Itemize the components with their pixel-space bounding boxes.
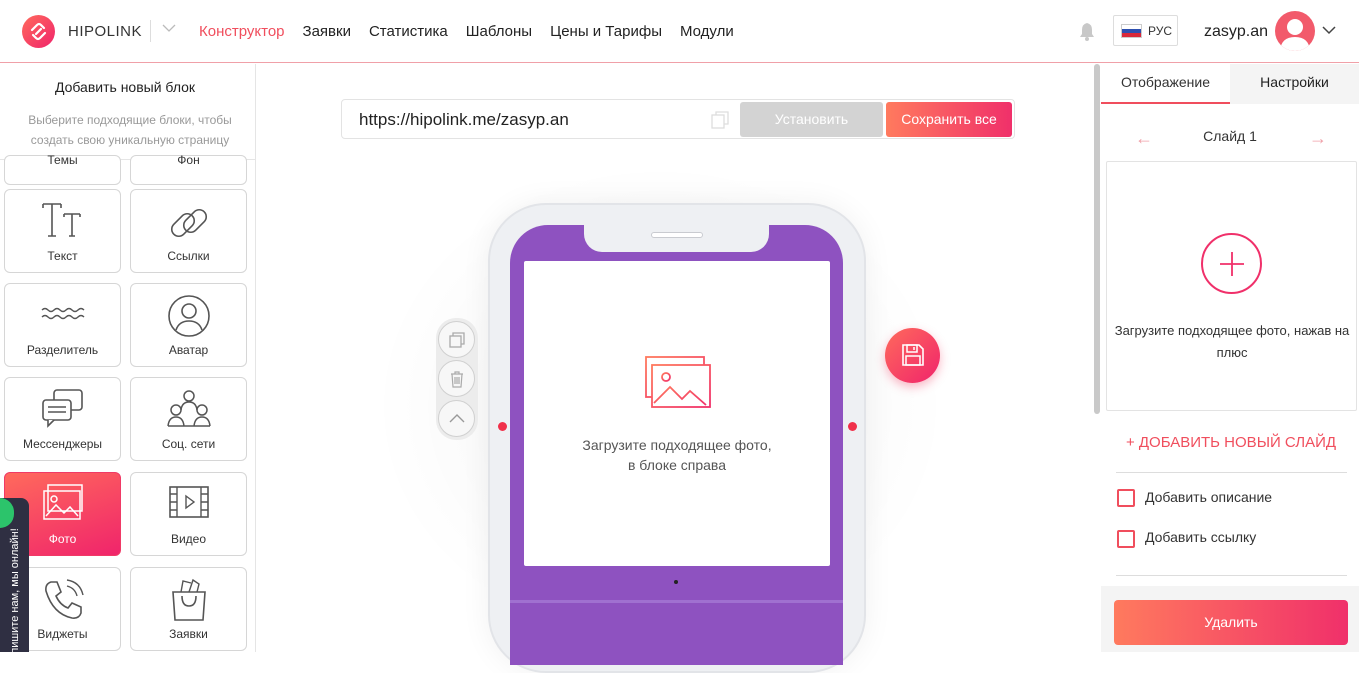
chevron-down-icon[interactable] (162, 23, 176, 33)
tab-settings[interactable]: Настройки (1230, 64, 1359, 104)
add-slide-button[interactable]: + ДОБАВИТЬ НОВЫЙ СЛАЙД (1115, 434, 1347, 451)
tile-messengers[interactable]: Мессенджеры (4, 377, 121, 461)
chat-tab-label: Напишите нам, мы онлайн! (9, 528, 21, 652)
phone-speaker (651, 232, 703, 238)
nav-item-statistics[interactable]: Статистика (369, 23, 448, 40)
russia-flag-icon (1121, 23, 1142, 38)
username[interactable]: zasyp.an (1204, 23, 1268, 41)
avatar-icon (167, 295, 210, 337)
bell-icon[interactable] (1078, 21, 1096, 41)
chevron-down-icon[interactable] (1322, 25, 1336, 35)
panel-subtitle: Выберите подходящие блоки, чтобы создать… (28, 113, 232, 147)
add-photo-button[interactable] (1201, 233, 1262, 294)
main-nav: Конструктор Заявки Статистика Шаблоны Це… (199, 23, 734, 40)
save-block-button[interactable] (885, 328, 940, 383)
placeholder-line: в блоке справа (627, 457, 726, 473)
brand-name[interactable]: HIPOLINK (68, 23, 142, 40)
link-icon (170, 208, 207, 238)
phone-icon (44, 579, 84, 619)
tab-display[interactable]: Отображение (1101, 64, 1230, 104)
chevron-up-icon (449, 414, 465, 423)
install-button[interactable]: Установить (740, 102, 883, 137)
user-avatar[interactable] (1275, 11, 1315, 51)
block-handle-left[interactable] (498, 422, 507, 431)
page-url[interactable]: https://hipolink.me/zasyp.an (359, 110, 569, 130)
top-bar: HIPOLINK Конструктор Заявки Статистика Ш… (0, 0, 1359, 63)
divider (1116, 575, 1347, 576)
floppy-disk-icon (902, 344, 924, 366)
delete-block-button[interactable] (438, 360, 475, 397)
arrow-right-icon[interactable]: → (1309, 128, 1327, 149)
tile-label: Мессенджеры (22, 437, 103, 451)
delete-button[interactable]: Удалить (1114, 600, 1348, 645)
move-block-up-button[interactable] (438, 400, 475, 437)
bag-icon (171, 578, 206, 621)
photo-block[interactable] (524, 261, 830, 566)
tile-social[interactable]: Соц. сети (130, 377, 247, 461)
checkbox-label: Добавить описание (1145, 489, 1273, 505)
hipolink-logo-icon[interactable] (22, 15, 55, 48)
tile-text[interactable]: Текст (4, 189, 121, 273)
language-label: РУС (1148, 23, 1173, 38)
tile-themes[interactable]: Темы (4, 153, 121, 185)
nav-item-requests[interactable]: Заявки (303, 23, 351, 40)
panel-title: Добавить новый блок (54, 79, 196, 95)
tile-background[interactable]: Фон (130, 153, 247, 185)
photo-placeholder-icon (645, 356, 711, 408)
canvas-scrollbar[interactable] (1094, 64, 1100, 414)
save-all-button[interactable]: Сохранить все (886, 102, 1012, 137)
wave-divider-icon (41, 307, 84, 320)
chat-bubbles-icon (41, 389, 83, 428)
tile-label: Ссылки (167, 249, 210, 263)
text-icon (41, 203, 81, 237)
duplicate-icon (449, 332, 465, 348)
divider (1116, 472, 1347, 473)
trash-icon (451, 371, 463, 388)
add-description-checkbox[interactable] (1117, 489, 1135, 507)
slide-indicator (674, 580, 678, 584)
tile-label: Текст (47, 249, 78, 263)
tile-divider[interactable]: Разделитель (4, 283, 121, 367)
nav-item-constructor[interactable]: Конструктор (199, 23, 285, 40)
divider (150, 20, 151, 42)
placeholder-line: Загрузите подходящее фото, (582, 437, 772, 453)
tile-video[interactable]: Видео (130, 472, 247, 556)
block-handle-right[interactable] (848, 422, 857, 431)
screen-band (510, 600, 843, 603)
people-icon (166, 390, 211, 427)
tile-label: Заявки (169, 627, 208, 641)
add-link-checkbox[interactable] (1117, 530, 1135, 548)
nav-item-modules[interactable]: Модули (680, 23, 734, 40)
tile-label: Видео (170, 532, 207, 546)
tile-links[interactable]: Ссылки (130, 189, 247, 273)
tile-label: Фон (177, 153, 200, 167)
nav-item-pricing[interactable]: Цены и Тарифы (550, 23, 662, 40)
block-library-panel: Добавить новый блок Выберите подходящие … (0, 64, 256, 652)
tile-label: Соц. сети (161, 437, 216, 451)
duplicate-block-button[interactable] (438, 321, 475, 358)
tile-label: Аватар (168, 343, 209, 357)
language-selector[interactable]: РУС (1113, 15, 1178, 46)
photo-placeholder-text: Загрузите подходящее фото, в блоке справ… (524, 435, 830, 475)
nav-item-templates[interactable]: Шаблоны (466, 23, 532, 40)
copy-icon[interactable] (711, 111, 729, 129)
checkbox-label: Добавить ссылку (1145, 529, 1257, 545)
tile-avatar[interactable]: Аватар (130, 283, 247, 367)
tile-label: Темы (47, 153, 78, 167)
photo-icon (42, 484, 83, 520)
upload-hint: Загрузите подходящее фото, нажав на плюс (1114, 323, 1350, 360)
video-icon (168, 486, 209, 518)
tile-label: Разделитель (26, 343, 99, 357)
tile-requests[interactable]: Заявки (130, 567, 247, 651)
plus-icon (1220, 252, 1244, 276)
